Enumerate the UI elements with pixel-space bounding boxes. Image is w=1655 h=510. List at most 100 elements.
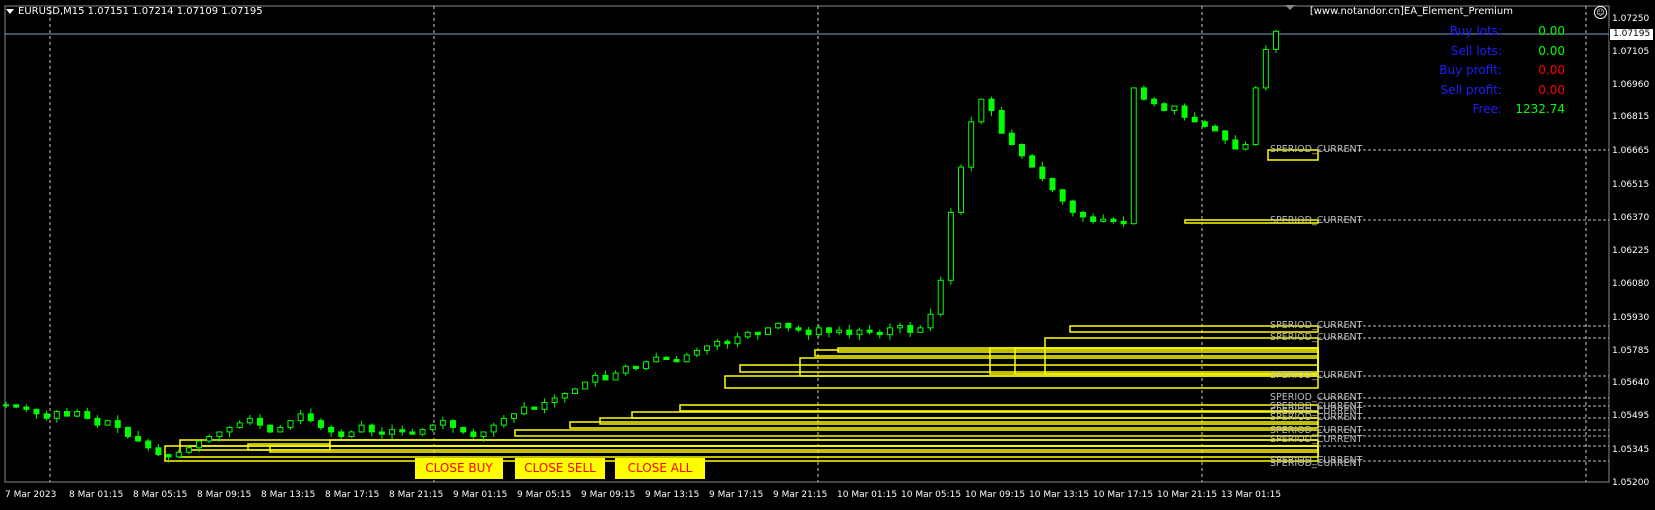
free-margin-value: 1232.74 [1515,102,1565,116]
time-tick-label: 10 Mar 05:15 [901,490,962,500]
candle-body [185,447,192,453]
order-rectangle [164,445,1319,462]
time-tick-label: 9 Mar 17:15 [709,490,764,500]
candle-body [267,424,274,433]
order-rectangle [569,421,1319,429]
time-tick-label: 9 Mar 13:15 [645,490,700,500]
close-sell-button[interactable]: CLOSE SELL [515,458,605,479]
order-rectangle [739,364,1319,373]
candle-body [460,426,467,433]
candle-body [571,388,578,394]
time-tick-label: 10 Mar 13:15 [1029,490,1090,500]
candle-body [1212,125,1219,132]
price-tick-label: 1.06515 [1612,180,1650,191]
order-rectangle [179,439,1319,458]
candle-body [409,431,416,435]
candle-body [104,420,111,426]
time-tick-label: 10 Mar 09:15 [965,490,1026,500]
candle-body [876,331,883,336]
candle-body [775,322,782,329]
candle-body [399,429,406,433]
candle-body [3,404,9,407]
time-tick-label: 8 Mar 05:15 [133,490,188,500]
period-label: SPERIOD_CURRENT [1270,215,1363,226]
candle-body [1110,218,1117,222]
candle-body [582,381,589,390]
candle-body [317,420,324,428]
candle-body [1273,30,1279,50]
candle-body [145,440,152,449]
time-tick-label: 9 Mar 21:15 [773,490,828,500]
price-tick-label: 1.05640 [1612,378,1650,389]
candle-body [13,404,20,408]
chart-window[interactable]: EURUSD,M15 1.07151 1.07214 1.07109 1.071… [0,0,1655,510]
buy-lots-value: 0.00 [1538,24,1565,38]
sell-lots-value: 0.00 [1538,43,1565,58]
close-all-button[interactable]: CLOSE ALL [615,458,705,479]
candle-body [1049,177,1056,191]
dropdown-arrow-icon[interactable] [6,8,14,14]
price-tick-label: 1.06370 [1612,213,1650,224]
candle-body [643,361,650,370]
candle-body [1222,130,1229,141]
current-price-label: 1.07195 [1609,28,1655,41]
candle-body [907,325,914,333]
order-rectangle [514,429,1319,437]
candle-body [63,411,70,417]
time-tick-label: 9 Mar 05:15 [517,490,572,500]
sell-profit-value: 0.00 [1538,82,1565,97]
order-rectangle [631,411,1319,419]
candle-body [33,408,40,415]
candle-body [389,429,396,435]
sell-lots-label: Sell lots: [1450,43,1502,58]
panel-row-free: Free: 1232.74 [1380,102,1570,122]
candle-body [23,406,30,410]
time-tick-label: 7 Mar 2023 [5,490,57,500]
candle-body [673,359,680,363]
sell-profit-label: Sell profit: [1440,82,1502,97]
close-buy-button[interactable]: CLOSE BUY [415,458,503,479]
candle-body [897,325,904,329]
candle-body [866,329,873,333]
candle-body [1262,48,1269,89]
candle-body [988,98,995,112]
candle-body [1171,105,1178,112]
candle-body [683,354,690,363]
candle-body [297,413,304,422]
candle-body [1120,220,1127,225]
panel-row-sell-profit: Sell profit: 0.00 [1380,83,1570,103]
candle-body [338,431,345,437]
candle-body [419,429,426,435]
candle-body [917,327,924,333]
candle-body [724,340,731,345]
candle-body [53,411,60,419]
time-tick-label: 9 Mar 09:15 [581,490,636,500]
order-rectangle [247,443,331,451]
candle-body [927,313,934,329]
time-tick-label: 8 Mar 01:15 [69,490,124,500]
candle-body [358,424,365,433]
free-margin-label: Free: [1472,102,1502,116]
candle-body [439,420,446,426]
shift-marker-icon[interactable] [1285,5,1295,10]
candle-body [511,413,517,419]
candle-body [1039,166,1046,179]
period-label: SPERIOD_CURRENT [1270,434,1363,445]
order-rectangle [724,375,1319,389]
candle-body [592,374,599,383]
candle-body [663,356,670,361]
order-rectangle [814,349,1319,357]
candle-body [348,431,355,437]
candle-body [1140,87,1147,100]
candle-body [1242,143,1249,150]
period-label: SPERIOD_CURRENT [1270,458,1363,469]
candle-body [602,374,609,381]
panel-row-sell-lots: Sell lots: 0.00 [1380,44,1570,64]
candle-body [856,329,863,336]
candles [3,30,1279,463]
order-rectangle [329,439,1319,447]
ea-smiley-icon[interactable]: ☺ [1594,6,1607,19]
candle-body [1019,143,1025,157]
candle-body [886,327,893,336]
price-tick-label: 1.06960 [1612,79,1650,90]
